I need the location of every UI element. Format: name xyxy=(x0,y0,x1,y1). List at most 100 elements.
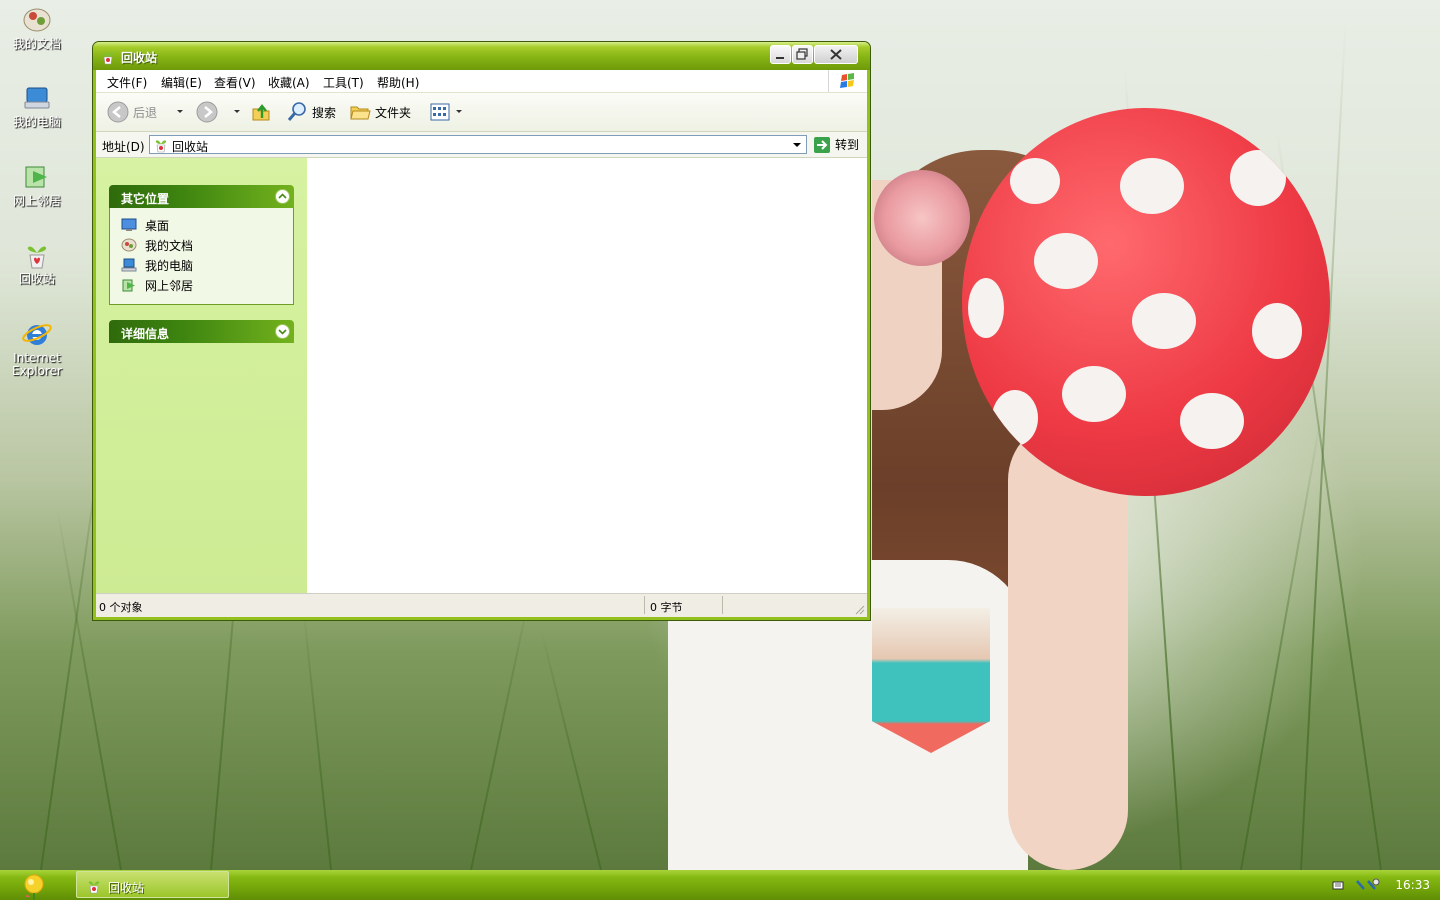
network-status-icon[interactable] xyxy=(1354,877,1384,893)
desktop-icon-label: 网上邻居 xyxy=(12,194,61,208)
windows-flag-icon xyxy=(840,73,854,88)
desktop-icon-label: 我的电脑 xyxy=(12,115,61,129)
desktop-icon-label: 回收站 xyxy=(18,272,55,286)
menu-file[interactable]: 文件(F) xyxy=(107,74,147,91)
close-button[interactable] xyxy=(814,45,858,64)
recycle-bin-window: 回收站 文件(F) 编辑(E) 查看(V) 收藏(A) 工具(T) 帮助(H) xyxy=(92,41,871,621)
menu-view[interactable]: 查看(V) xyxy=(214,74,256,91)
window-title: 回收站 xyxy=(121,51,158,65)
place-link-network-places[interactable]: 网上邻居 xyxy=(121,277,193,293)
status-bar: 0 个对象 0 字节 xyxy=(96,593,867,617)
menu-favorites[interactable]: 收藏(A) xyxy=(268,74,310,91)
restore-button[interactable] xyxy=(792,45,813,64)
internet-explorer-icon xyxy=(22,324,52,345)
up-folder-icon xyxy=(252,104,270,121)
other-places-header[interactable]: 其它位置 xyxy=(109,185,294,208)
my-documents-icon xyxy=(121,238,137,252)
folders-button[interactable]: 文件夹 xyxy=(349,101,411,123)
other-places-body: 桌面 我的文档 我的电脑 网上邻居 xyxy=(109,208,294,305)
start-flower-icon xyxy=(24,874,44,900)
desktop-icon-network-places[interactable]: 网上邻居 xyxy=(6,161,68,208)
place-link-my-computer[interactable]: 我的电脑 xyxy=(121,257,193,273)
start-button[interactable] xyxy=(0,870,72,900)
views-button[interactable] xyxy=(429,101,455,123)
network-places-icon xyxy=(122,279,135,292)
file-list-area[interactable] xyxy=(307,158,867,594)
address-input[interactable]: 回收站 xyxy=(149,135,807,154)
desktop-icon-internet-explorer[interactable]: Internet Explorer xyxy=(6,318,68,378)
views-dropdown-icon[interactable] xyxy=(456,110,462,113)
search-button[interactable]: 搜索 xyxy=(286,101,336,123)
menu-help[interactable]: 帮助(H) xyxy=(377,74,419,91)
my-documents-icon xyxy=(23,8,51,32)
status-object-count: 0 个对象 xyxy=(99,601,143,614)
folders-icon xyxy=(350,106,371,120)
forward-arrow-icon xyxy=(196,101,218,123)
place-label: 桌面 xyxy=(145,218,170,233)
network-places-icon xyxy=(25,166,47,188)
search-icon xyxy=(287,102,306,121)
recycle-bin-icon xyxy=(88,881,100,894)
address-value: 回收站 xyxy=(172,140,209,154)
up-folder-button[interactable] xyxy=(250,101,276,123)
details-title: 详细信息 xyxy=(121,327,170,341)
collapse-arrow-icon xyxy=(278,193,287,199)
address-bar: 地址(D) 回收站 转到 xyxy=(96,132,867,158)
recycle-bin-icon xyxy=(155,140,167,153)
taskbar-item-label: 回收站 xyxy=(108,881,145,895)
my-computer-icon xyxy=(121,258,137,272)
details-header[interactable]: 详细信息 xyxy=(109,320,294,343)
restore-icon xyxy=(796,48,808,60)
chevron-down-icon[interactable] xyxy=(275,324,290,339)
windows-logo xyxy=(828,70,867,92)
status-size: 0 字节 xyxy=(650,601,683,614)
resize-grip-icon[interactable] xyxy=(853,603,865,615)
other-places-title: 其它位置 xyxy=(121,192,170,206)
menu-edit[interactable]: 编辑(E) xyxy=(161,74,202,91)
back-button[interactable]: 后退 xyxy=(107,101,157,123)
recycle-bin-icon xyxy=(27,246,47,269)
search-label: 搜索 xyxy=(312,105,337,120)
taskbar: 回收站 16:33 xyxy=(0,870,1440,900)
back-dropdown-icon[interactable] xyxy=(177,110,183,113)
go-button[interactable]: 转到 xyxy=(813,135,859,154)
task-pane: 其它位置 桌面 我的文档 我的电脑 网上邻居 详细信息 xyxy=(96,158,307,594)
menu-tools[interactable]: 工具(T) xyxy=(323,74,364,91)
go-label: 转到 xyxy=(835,138,860,152)
place-label: 网上邻居 xyxy=(145,278,194,293)
close-icon xyxy=(830,49,842,60)
folders-label: 文件夹 xyxy=(375,105,412,120)
desktop-icon-my-computer[interactable]: 我的电脑 xyxy=(6,82,68,129)
keyboard-icon[interactable] xyxy=(1332,879,1344,891)
back-arrow-icon xyxy=(107,101,129,123)
forward-dropdown-icon[interactable] xyxy=(234,110,240,113)
views-icon xyxy=(430,103,450,121)
place-link-my-documents[interactable]: 我的文档 xyxy=(121,237,193,253)
desktop-icon-label: Internet Explorer xyxy=(12,351,62,378)
chevron-up-icon[interactable] xyxy=(275,189,290,204)
menu-bar: 文件(F) 编辑(E) 查看(V) 收藏(A) 工具(T) 帮助(H) xyxy=(96,70,867,93)
place-label: 我的文档 xyxy=(145,238,194,253)
taskbar-clock: 16:33 xyxy=(1395,878,1430,892)
minimize-button[interactable] xyxy=(770,45,791,64)
taskbar-item-recycle-bin[interactable]: 回收站 xyxy=(76,871,229,898)
expand-arrow-icon xyxy=(278,329,287,335)
system-tray: 16:33 xyxy=(1320,870,1440,900)
desktop-icon xyxy=(121,218,137,231)
my-computer-icon xyxy=(24,87,50,109)
title-bar[interactable]: 回收站 xyxy=(93,42,870,70)
desktop-icon-label: 我的文档 xyxy=(12,37,61,51)
toolbar: 后退 搜索 文件夹 xyxy=(96,93,867,132)
forward-button[interactable] xyxy=(196,101,222,123)
address-label: 地址(D) xyxy=(102,140,145,154)
chevron-down-icon[interactable] xyxy=(790,137,804,152)
place-label: 我的电脑 xyxy=(145,258,194,273)
desktop-icon-recycle-bin[interactable]: 回收站 xyxy=(6,239,68,286)
recycle-bin-icon xyxy=(102,52,114,65)
back-label: 后退 xyxy=(133,105,158,120)
minimize-icon xyxy=(776,57,784,59)
window-body: 文件(F) 编辑(E) 查看(V) 收藏(A) 工具(T) 帮助(H) 后退 搜… xyxy=(96,70,867,617)
desktop-icon-my-documents[interactable]: 我的文档 xyxy=(6,4,68,51)
place-link-desktop[interactable]: 桌面 xyxy=(121,217,169,233)
go-arrow-icon xyxy=(814,136,830,153)
